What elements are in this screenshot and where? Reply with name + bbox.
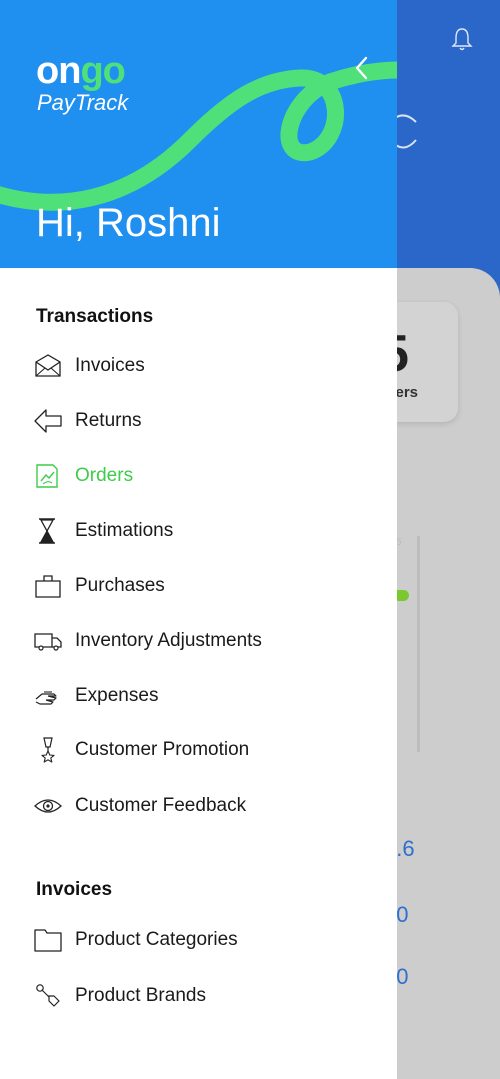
shopping-bag-icon [35,575,61,598]
folder-icon [34,929,62,952]
menu-item-invoices[interactable]: Invoices [0,346,397,386]
user-greeting: Hi, Roshni [36,201,221,245]
background-chart-axis [417,536,420,752]
truck-icon [34,633,62,651]
orders-icon [36,464,58,488]
menu-item-returns[interactable]: Returns [0,401,397,441]
drawer-header: ongo PayTrack Hi, Roshni [0,0,397,268]
close-drawer-chevron-icon[interactable] [346,52,378,84]
menu-item-product-categories[interactable]: Product Categories [0,920,397,960]
hand-icon [35,691,57,705]
menu-item-label: Customer Promotion [75,739,250,760]
navigation-drawer: ongo PayTrack Hi, Roshni Transactions In… [0,0,397,1079]
eye-icon [34,799,62,813]
section-title-transactions: Transactions [36,306,154,327]
menu-item-label: Inventory Adjustments [75,630,262,651]
notification-bell-icon[interactable] [450,26,474,52]
section-title-invoices: Invoices [36,879,113,900]
award-icon [41,737,55,763]
tag-icon [36,984,60,1007]
menu-item-product-brands[interactable]: Product Brands [0,976,397,1016]
logo-subtitle: PayTrack [37,90,129,115]
menu-item-label: Purchases [75,575,165,596]
menu-item-inventory-adjustments[interactable]: Inventory Adjustments [0,621,397,661]
menu-item-purchases[interactable]: Purchases [0,566,397,606]
menu-item-estimations[interactable]: Estimations [0,511,397,551]
menu-item-label: Invoices [75,355,145,376]
menu-item-label: Expenses [75,685,159,706]
arrow-left-icon [34,409,62,433]
menu-item-label: Returns [75,410,142,431]
menu-item-label: Product Brands [75,985,206,1006]
menu-item-label: Estimations [75,520,174,541]
ongo-logo: ongo [36,50,126,92]
menu-item-label: Product Categories [75,929,238,950]
hourglass-icon [39,518,55,544]
menu-item-orders[interactable]: Orders [0,456,397,496]
envelope-icon [35,354,61,377]
logo-word-go: go [80,50,125,92]
menu-item-label: Customer Feedback [75,795,247,816]
menu-item-expenses[interactable]: Expenses [0,676,397,716]
menu-item-customer-feedback[interactable]: Customer Feedback [0,786,397,826]
logo-word-on: on [36,50,81,92]
menu-item-label: Orders [75,465,134,486]
menu-item-customer-promotion[interactable]: Customer Promotion [0,730,397,770]
